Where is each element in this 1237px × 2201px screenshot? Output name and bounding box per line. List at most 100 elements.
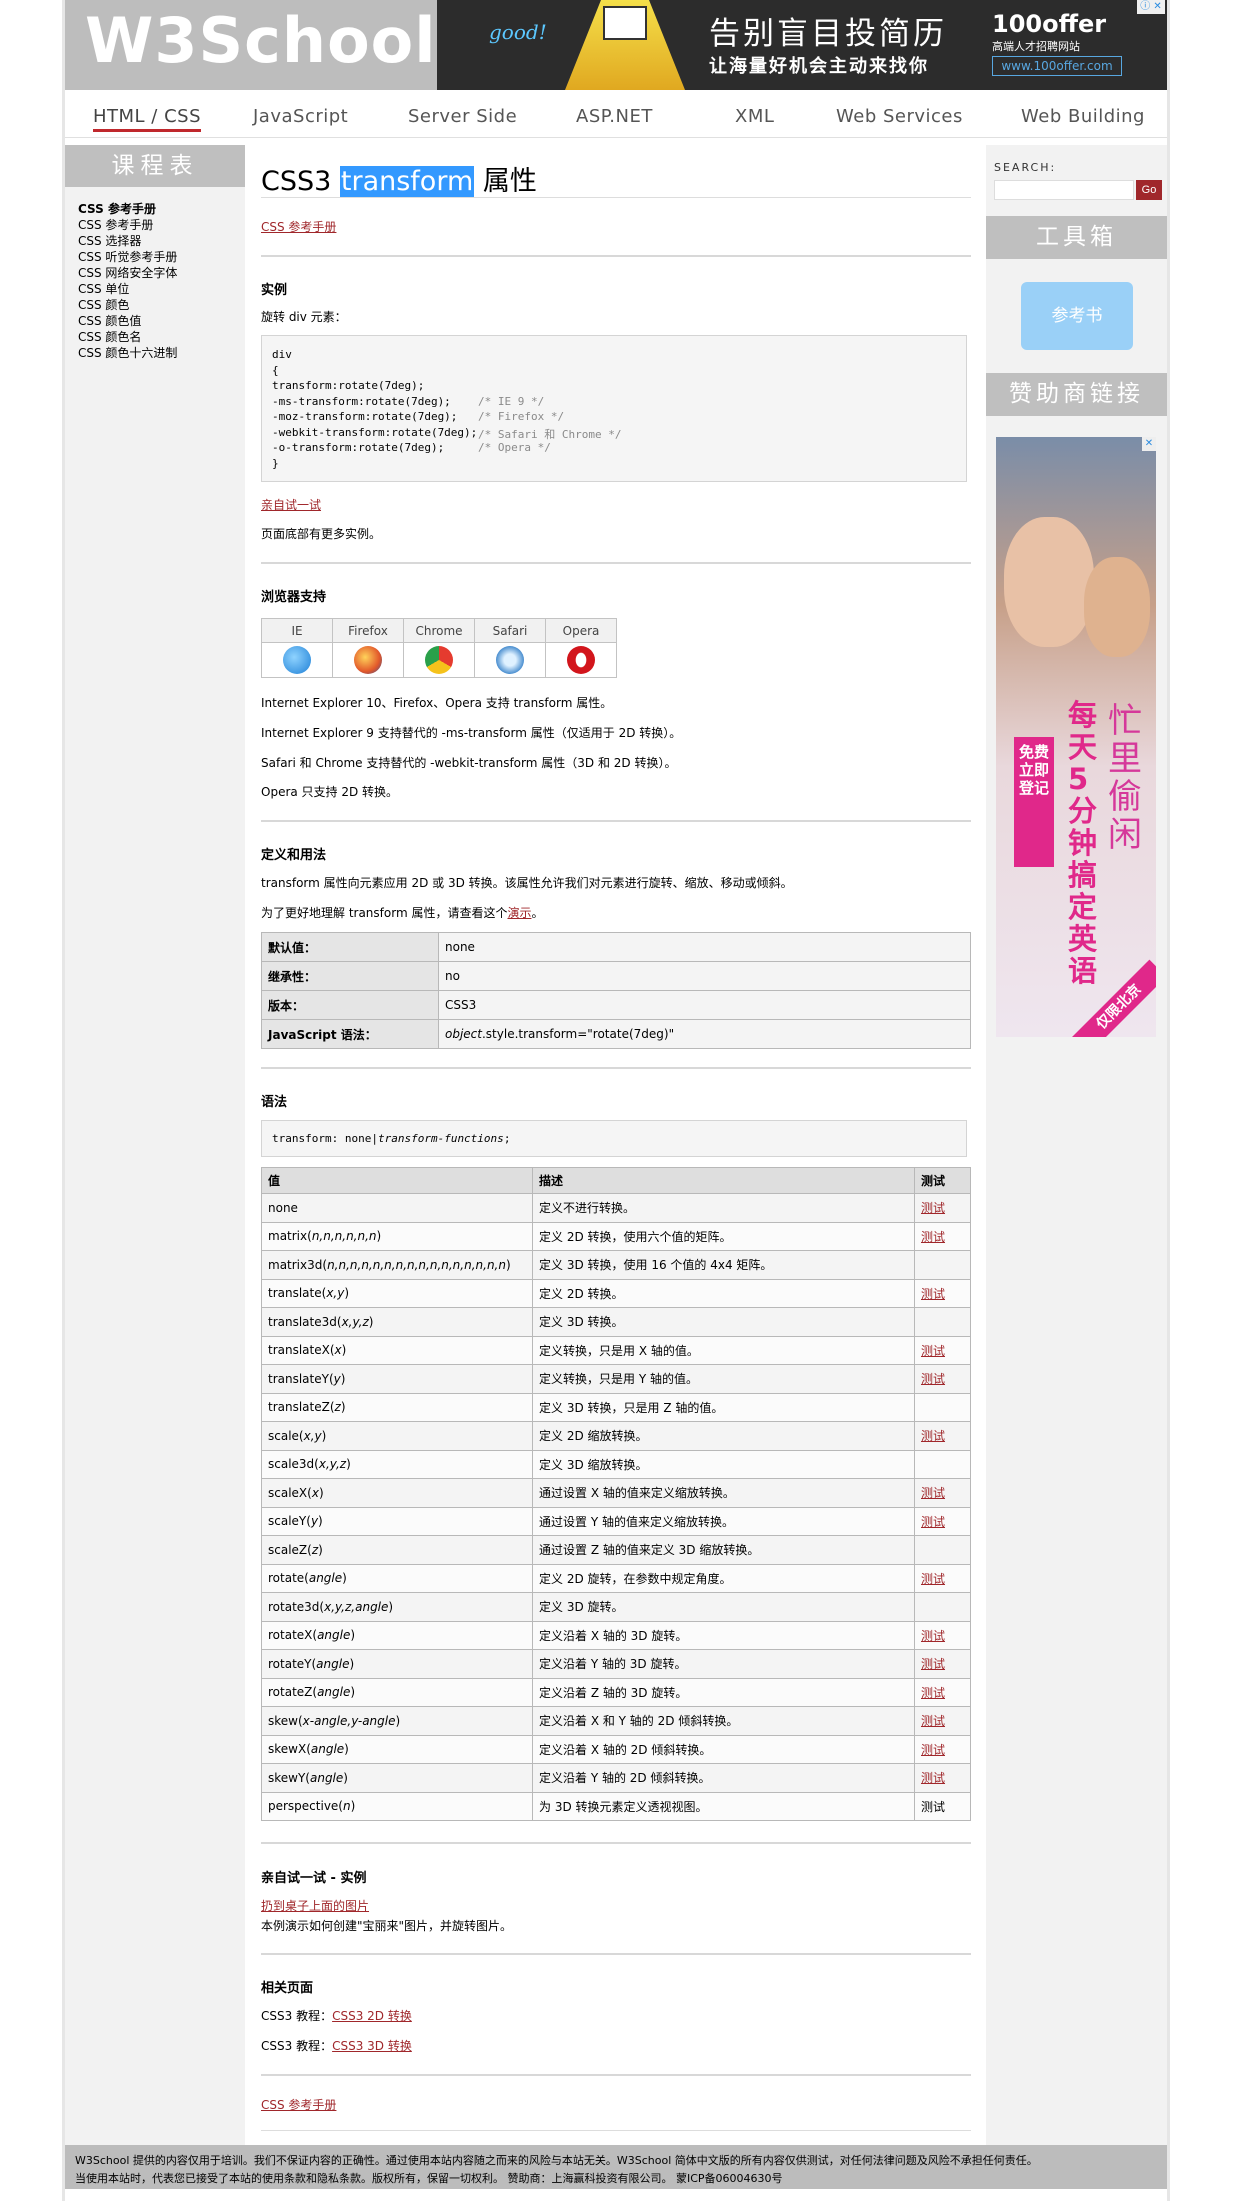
test-link[interactable]: 测试	[921, 1230, 945, 1244]
fn-name: rotate(	[268, 1571, 309, 1586]
code-line: -moz-transform:rotate(7deg);	[272, 410, 458, 423]
related-3d-link[interactable]: CSS3 3D 转换	[332, 2039, 412, 2053]
test-link[interactable]: 测试	[921, 1287, 945, 1301]
site-logo[interactable]: W3School	[65, 0, 437, 90]
nav-xml[interactable]: XML	[735, 106, 774, 127]
footer: W3School 提供的内容仅用于培训。我们不保证内容的正确性。通过使用本站内容…	[65, 2145, 1167, 2189]
ad-url[interactable]: www.100offer.com	[992, 56, 1122, 76]
fn-test[interactable]: 测试	[914, 1278, 971, 1308]
sidebar-item[interactable]: CSS 颜色名	[78, 329, 177, 345]
fn-value: translateY(y)	[261, 1364, 533, 1394]
nav-html-css[interactable]: HTML / CSS	[93, 106, 202, 132]
sidebar-item[interactable]: CSS 颜色十六进制	[78, 345, 177, 361]
fn-value: matrix(n,n,n,n,n,n)	[261, 1221, 533, 1251]
ref-link[interactable]: CSS 参考手册	[261, 220, 336, 234]
test-link[interactable]: 测试	[921, 1686, 945, 1700]
logo-text: W3School	[85, 4, 437, 77]
fn-name: matrix(	[268, 1229, 312, 1244]
fn-test[interactable]: 测试	[914, 1221, 971, 1251]
fn-test[interactable]: 测试	[914, 1734, 971, 1764]
test-link[interactable]: 测试	[921, 1771, 945, 1785]
nav-server-side[interactable]: Server Side	[408, 106, 517, 127]
fn-desc: 定义转换，只是用 X 轴的值。	[532, 1335, 915, 1365]
sidebar-item[interactable]: CSS 单位	[78, 281, 177, 297]
test-link[interactable]: 测试	[921, 1629, 945, 1643]
test-link[interactable]: 测试	[921, 1515, 945, 1529]
table-row: skewY(angle) 定义沿着 Y 轴的 2D 倾斜转换。 测试	[261, 1763, 971, 1793]
fn-test[interactable]: 测试	[914, 1649, 971, 1679]
fn-name: scale3d(	[268, 1457, 319, 1472]
ad-close-icon[interactable]: ✕	[1142, 437, 1156, 451]
sidebar-item[interactable]: CSS 颜色值	[78, 313, 177, 329]
fn-test[interactable]: 测试	[914, 1421, 971, 1451]
test-link[interactable]: 测试	[921, 1344, 945, 1358]
table-row: matrix(n,n,n,n,n,n) 定义 2D 转换，使用六个值的矩阵。 测试	[261, 1221, 971, 1251]
test-link[interactable]: 测试	[921, 1572, 945, 1586]
test-link[interactable]: 测试	[921, 1657, 945, 1671]
fn-name: rotateX(	[268, 1628, 318, 1643]
test-link[interactable]: 测试	[921, 1429, 945, 1443]
fn-test[interactable]: 测试	[914, 1193, 971, 1223]
nav-web-building[interactable]: Web Building	[1021, 106, 1145, 127]
sidebar-item[interactable]: CSS 网络安全字体	[78, 265, 177, 281]
reference-book-button[interactable]: 参考书	[1021, 282, 1133, 350]
related-2d-link[interactable]: CSS3 2D 转换	[332, 2009, 412, 2023]
more-examples-note: 页面底部有更多实例。	[261, 527, 382, 541]
prop-row: 版本： CSS3	[261, 990, 971, 1020]
fn-test[interactable]: 测试	[914, 1478, 971, 1508]
sidebar-item[interactable]: CSS 参考手册	[78, 217, 177, 233]
test-link[interactable]: 测试	[921, 1714, 945, 1728]
demo-link[interactable]: 演示	[507, 906, 531, 920]
bottom-ref-link[interactable]: CSS 参考手册	[261, 2098, 336, 2112]
fn-value: scaleX(x)	[261, 1478, 533, 1508]
prop-key: JavaScript 语法：	[261, 1019, 439, 1049]
example-heading: 实例	[261, 283, 288, 298]
fn-desc: 定义沿着 Y 轴的 2D 倾斜转换。	[532, 1763, 915, 1793]
fn-test[interactable]: 测试	[914, 1677, 971, 1707]
fn-desc: 定义 2D 缩放转换。	[532, 1421, 915, 1451]
fn-test[interactable]: 测试	[914, 1763, 971, 1793]
test-link[interactable]: 测试	[921, 1486, 945, 1500]
sidebar-item[interactable]: CSS 选择器	[78, 233, 177, 249]
table-row: rotateY(angle) 定义沿着 Y 轴的 3D 旋转。 测试	[261, 1649, 971, 1679]
fn-test[interactable]: 测试	[914, 1706, 971, 1736]
ad-close-icon[interactable]: ⓘ ✕	[1137, 0, 1165, 14]
sidebar-item[interactable]: CSS 听觉参考手册	[78, 249, 177, 265]
code-line: -o-transform:rotate(7deg);	[272, 441, 445, 454]
table-row: scaleZ(z) 通过设置 Z 轴的值来定义 3D 缩放转换。	[261, 1535, 971, 1565]
nav-web-services[interactable]: Web Services	[836, 106, 963, 127]
fn-value: skew(x-angle,y-angle)	[261, 1706, 533, 1736]
syntax-post: ;	[503, 1132, 511, 1145]
definition-text2: 为了更好地理解 transform 属性，请查看这个演示。	[261, 904, 544, 921]
try-heading: 亲自试一试 - 实例	[261, 1871, 367, 1886]
sidebar-item[interactable]: CSS 颜色	[78, 297, 177, 313]
fn-test[interactable]: 测试	[914, 1364, 971, 1394]
sidebar-item[interactable]: CSS 参考手册	[78, 201, 177, 217]
divider	[261, 2130, 971, 2131]
browser-heading: 浏览器支持	[261, 590, 327, 605]
fn-args: angle	[308, 1571, 343, 1586]
try-example-link[interactable]: 扔到桌子上面的图片	[261, 1899, 369, 1913]
search-go-button[interactable]: Go	[1136, 180, 1162, 200]
fn-value: translate3d(x,y,z)	[261, 1307, 533, 1337]
fn-desc: 定义 2D 转换。	[532, 1278, 915, 1308]
fn-args: x,y,z	[341, 1314, 369, 1329]
try-it-link[interactable]: 亲自试一试	[261, 498, 321, 512]
search-input[interactable]	[994, 180, 1134, 200]
test-link[interactable]: 测试	[921, 1372, 945, 1386]
fn-test[interactable]: 测试	[914, 1620, 971, 1650]
fn-args: x,y	[303, 1428, 322, 1443]
fn-name: skewX(	[268, 1742, 311, 1757]
nav-javascript[interactable]: JavaScript	[253, 106, 348, 127]
code-comment: /* Safari 和 Chrome */	[478, 427, 622, 441]
support-note: Internet Explorer 9 支持替代的 -ms-transform …	[261, 726, 682, 740]
fn-name: translateY(	[268, 1371, 334, 1386]
test-link[interactable]: 测试	[921, 1201, 945, 1215]
sidebar-ad[interactable]: 忙里偷闲 每天5分钟搞定英语 免费立即登记 仅限北京 ✕	[996, 437, 1156, 1037]
nav-aspnet[interactable]: ASP.NET	[576, 106, 653, 127]
test-link[interactable]: 测试	[921, 1743, 945, 1757]
banner-ad[interactable]: good! 告别盲目投简历 让海量好机会主动来找你 100offer 高端人才招…	[437, 0, 1167, 90]
fn-test[interactable]: 测试	[914, 1506, 971, 1536]
fn-test[interactable]: 测试	[914, 1563, 971, 1593]
fn-test[interactable]: 测试	[914, 1335, 971, 1365]
